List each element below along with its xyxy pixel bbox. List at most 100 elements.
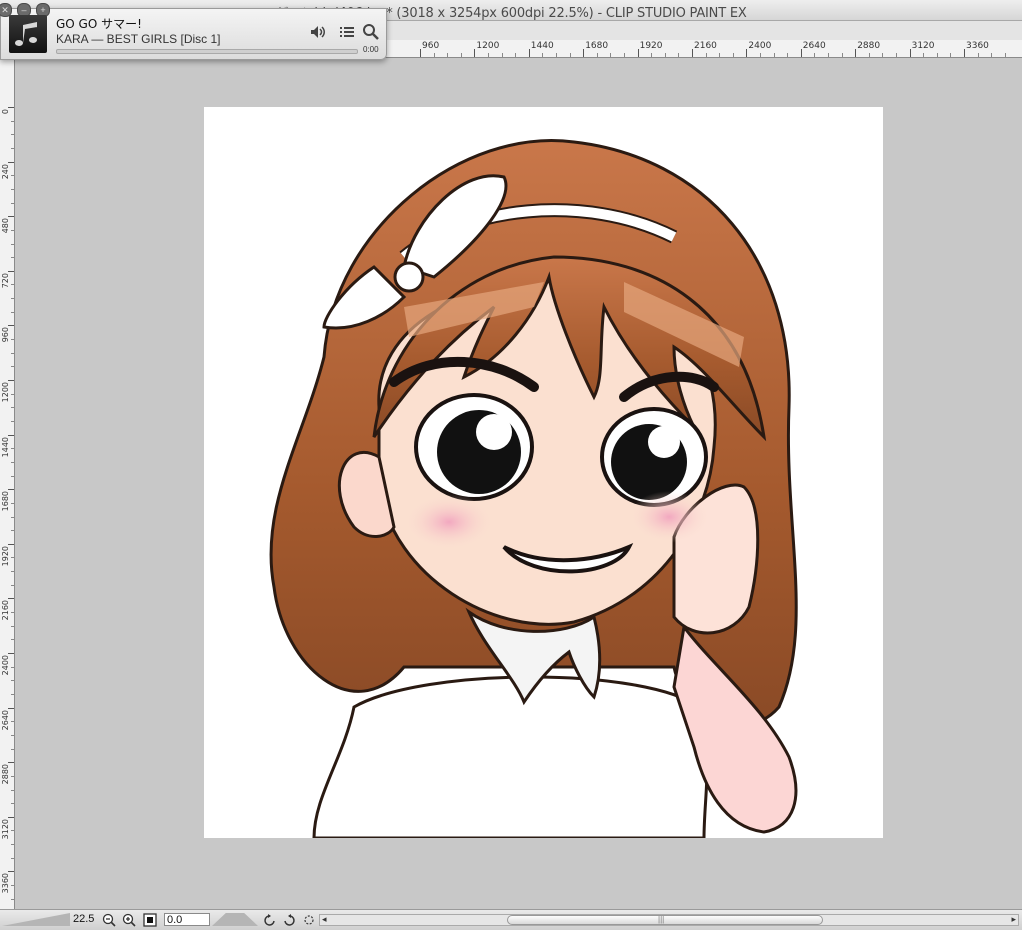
- ruler-tick: [11, 803, 14, 805]
- ruler-tick: [542, 53, 544, 57]
- playback-progress[interactable]: [56, 49, 358, 54]
- scroll-left-icon[interactable]: ◂: [322, 914, 327, 925]
- ruler-tick: [11, 775, 14, 777]
- speaker-icon[interactable]: [309, 23, 327, 41]
- music-note-icon: [15, 22, 37, 46]
- ruler-tick: [11, 188, 14, 190]
- ruler-tick: [11, 693, 14, 695]
- ruler-tick: [11, 830, 14, 832]
- album-artwork[interactable]: [9, 15, 47, 53]
- rotation-value[interactable]: 0.0: [164, 913, 210, 926]
- fit-icon[interactable]: [143, 913, 157, 927]
- ruler-tick: [732, 53, 734, 57]
- ruler-tick: [515, 53, 517, 57]
- rotation-slider[interactable]: [212, 913, 258, 926]
- ruler-tick: [882, 53, 884, 57]
- ruler-tick: [719, 53, 721, 57]
- ruler-tick: [8, 434, 14, 436]
- vertical-ruler[interactable]: 0 240 480 720 960 1200 1440 1680 1920 2160 2400 264…: [0, 57, 15, 914]
- search-icon[interactable]: [362, 23, 380, 41]
- ruler-tick: [8, 107, 14, 108]
- ruler-tick: [11, 516, 14, 518]
- grip-icon: |||: [658, 915, 665, 924]
- ruler-tick: [11, 734, 14, 736]
- ruler-label: 1920: [1, 545, 10, 567]
- ruler-tick: [950, 53, 952, 57]
- zoom-out-icon[interactable]: [102, 913, 116, 927]
- ruler-tick: [936, 53, 938, 57]
- ruler-tick: [11, 857, 14, 859]
- shirt: [312, 675, 709, 840]
- ruler-label: 1440: [530, 41, 554, 51]
- zoom-in-icon[interactable]: [122, 913, 136, 927]
- ruler-tick: [11, 639, 14, 641]
- ruler-tick: [11, 557, 14, 559]
- ruler-tick: [569, 53, 571, 57]
- ruler-tick: [8, 653, 14, 654]
- ruler-tick: [991, 53, 993, 57]
- ruler-tick: [800, 49, 802, 57]
- ruler-tick: [11, 175, 14, 177]
- artwork-canvas[interactable]: [204, 107, 883, 840]
- ruler-tick: [11, 680, 14, 682]
- ruler-tick: [447, 53, 449, 57]
- ruler-tick: [964, 49, 965, 57]
- ruler-tick: [11, 243, 14, 245]
- ruler-tick: [11, 257, 14, 259]
- rotate-left-icon[interactable]: [263, 913, 277, 927]
- ruler-label: 2160: [694, 41, 717, 51]
- ruler-label: 1680: [585, 41, 609, 51]
- ruler-tick: [760, 53, 761, 57]
- ruler-tick: [583, 49, 585, 57]
- list-icon[interactable]: [338, 23, 356, 41]
- zoom-value[interactable]: 22.5: [73, 913, 94, 925]
- reset-view-icon[interactable]: [302, 913, 316, 927]
- ruler-tick: [433, 53, 435, 57]
- ruler-tick: [11, 666, 14, 668]
- ruler-tick: [11, 120, 14, 122]
- ruler-tick: [11, 502, 14, 504]
- rotate-right-icon[interactable]: [282, 913, 296, 927]
- left-eye-highlight: [476, 414, 512, 450]
- ruler-tick: [11, 298, 14, 300]
- ruler-tick: [460, 53, 462, 57]
- ruler-tick: [841, 53, 843, 57]
- ruler-tick: [11, 844, 14, 846]
- ruler-label: 2640: [802, 41, 826, 51]
- scrollbar-thumb[interactable]: |||: [507, 915, 823, 925]
- ruler-tick: [11, 625, 14, 627]
- ruler-tick: [488, 53, 489, 57]
- horizontal-scrollbar[interactable]: ◂ ||| ▸: [319, 914, 1019, 926]
- ruler-tick: [8, 543, 14, 545]
- ruler-tick: [474, 49, 476, 57]
- ruler-label: 240: [1, 163, 10, 179]
- ruler-tick: [11, 898, 14, 900]
- zoom-slider[interactable]: [2, 913, 70, 926]
- ruler-label: 1200: [476, 41, 500, 51]
- ruler-tick: [528, 49, 530, 57]
- scroll-right-icon[interactable]: ▸: [1011, 914, 1016, 925]
- ruler-tick: [773, 53, 775, 57]
- ruler-tick: [11, 461, 14, 463]
- ruler-tick: [11, 147, 14, 149]
- ruler-label: 3360: [966, 41, 989, 51]
- ruler-tick: [556, 53, 557, 57]
- ruler-label: 720: [1, 272, 10, 289]
- ruler-tick: [11, 229, 14, 231]
- ruler-tick: [855, 49, 857, 57]
- ruler-tick: [11, 789, 14, 791]
- ruler-tick: [896, 53, 897, 57]
- ruler-tick: [596, 53, 598, 57]
- ruler-tick: [787, 53, 789, 57]
- ruler-tick: [678, 53, 680, 57]
- ruler-tick: [705, 53, 707, 57]
- right-eye-highlight: [648, 426, 680, 458]
- ruler-tick: [637, 49, 639, 57]
- ruler-tick: [501, 53, 503, 57]
- ruler-label: 3360: [1, 873, 10, 894]
- ruler-label: 1200: [1, 382, 10, 403]
- ruler-tick: [8, 380, 14, 381]
- ruler-tick: [828, 53, 829, 57]
- mini-player: ✕ – + GO GO サマー! KARA — BEST GIRLS [Disc…: [0, 3, 387, 60]
- ruler-tick: [1004, 53, 1006, 57]
